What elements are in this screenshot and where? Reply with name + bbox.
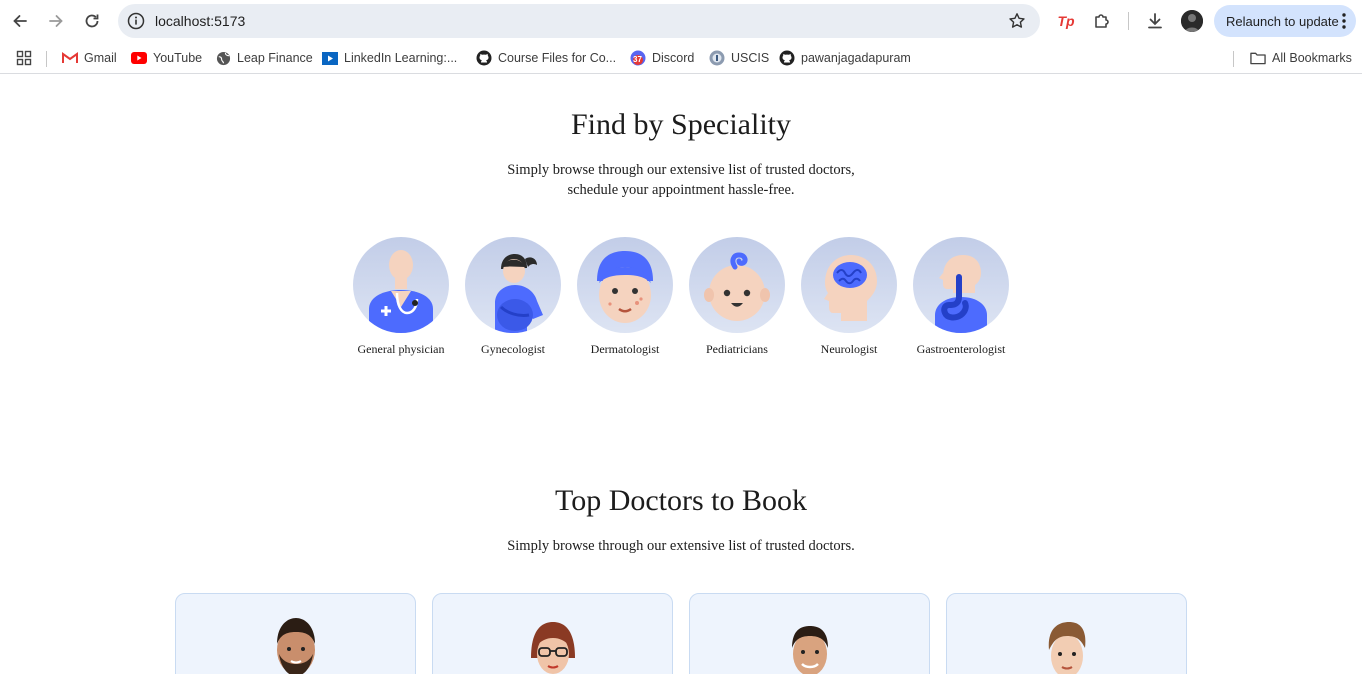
bookmark-pawanjagadapuram[interactable]: pawanjagadapuram (779, 49, 911, 67)
speciality-neurologist[interactable]: Neurologist (801, 237, 897, 356)
tp-extension-label: Tp (1057, 13, 1075, 29)
browser-toolbar: localhost:5173 Tp Relaunch to update (0, 0, 1362, 42)
github-icon (779, 50, 795, 66)
discord-icon: 37 (630, 50, 646, 66)
doctor-photo (530, 622, 575, 674)
bookmark-label: pawanjagadapuram (801, 51, 911, 65)
pediatricians-icon (689, 237, 785, 333)
back-arrow-icon (13, 15, 27, 27)
address-bar[interactable]: localhost:5173 (118, 4, 1040, 38)
bookmark-label: YouTube (153, 51, 203, 65)
bookmark-leap-finance[interactable]: Leap Finance (215, 49, 313, 67)
youtube-icon (131, 50, 147, 66)
doctor-photo (1048, 622, 1085, 674)
bookmark-label: Course Files for Co... (498, 51, 617, 65)
bookmark-label: LinkedIn Learning:... (344, 51, 458, 65)
speciality-gynecologist[interactable]: Gynecologist (465, 237, 561, 356)
speciality-subtitle-line1: Simply browse through our extensive list… (507, 162, 855, 178)
speciality-title: Find by Speciality (571, 108, 791, 141)
bookmarks-bar: Gmail YouTube Leap Finance LinkedIn Lear… (0, 42, 1362, 74)
bookmark-label: Gmail (84, 51, 117, 65)
bookmark-course-files[interactable]: Course Files for Co... (476, 49, 616, 67)
speciality-pediatricians[interactable]: Pediatricians (689, 237, 785, 356)
top-doctors-title: Top Doctors to Book (554, 484, 808, 517)
reload-icon (85, 14, 99, 28)
doctor-card[interactable] (689, 593, 930, 674)
discord-badge: 37 (633, 55, 642, 64)
folder-icon (1250, 50, 1266, 66)
gastroenterologist-icon (913, 237, 1009, 333)
neurologist-icon (801, 237, 897, 333)
forward-arrow-icon (49, 15, 63, 27)
back-button[interactable] (8, 9, 32, 33)
doctor-card[interactable] (946, 593, 1187, 674)
speciality-dermatologist[interactable]: Dermatologist (577, 237, 673, 356)
doctor-photo (791, 626, 828, 674)
kebab-menu-icon[interactable] (1342, 13, 1346, 29)
globe-icon (215, 50, 231, 66)
forward-button[interactable] (44, 9, 68, 33)
speciality-subtitle-line2: schedule your appointment hassle-free. (567, 182, 795, 198)
bookmark-discord[interactable]: 37 Discord (630, 49, 694, 67)
bookmark-gmail[interactable]: Gmail (62, 49, 117, 67)
doctor-photo (276, 618, 315, 674)
dermatologist-icon (577, 237, 673, 333)
bookmark-uscis[interactable]: USCIS (709, 49, 769, 67)
toolbar-divider (1128, 12, 1129, 30)
extensions-puzzle-icon[interactable] (1092, 11, 1112, 31)
tp-extension-icon[interactable]: Tp (1056, 11, 1076, 31)
apps-grid-icon (16, 50, 32, 66)
speciality-general-physician[interactable]: General physician (353, 237, 449, 356)
uscis-icon (709, 50, 725, 66)
apps-button[interactable] (16, 49, 32, 67)
gmail-icon (62, 50, 78, 66)
bookmark-youtube[interactable]: YouTube (131, 49, 202, 67)
gynecologist-icon (465, 237, 561, 333)
bookmarks-divider (1233, 51, 1234, 67)
bookmark-label: USCIS (731, 51, 770, 65)
doctor-card[interactable] (175, 593, 416, 674)
downloads-icon[interactable] (1145, 11, 1165, 31)
speciality-gastroenterologist[interactable]: Gastroenterologist (913, 237, 1009, 356)
bookmarks-divider (46, 51, 47, 67)
profile-avatar[interactable] (1181, 10, 1203, 32)
top-doctors-subtitle: Simply browse through our extensive list… (507, 538, 855, 554)
relaunch-label: Relaunch to update (1226, 13, 1339, 29)
url-text[interactable]: localhost:5173 (155, 13, 245, 29)
all-bookmarks-label: All Bookmarks (1272, 51, 1352, 65)
bookmark-label: Discord (652, 51, 695, 65)
speciality-label: Gastroenterologist (916, 342, 1006, 356)
relaunch-button[interactable]: Relaunch to update (1214, 5, 1356, 37)
reload-button[interactable] (80, 9, 104, 33)
github-icon (476, 50, 492, 66)
doctor-card[interactable] (432, 593, 673, 674)
profile-silhouette-icon (1181, 10, 1203, 32)
general-physician-icon (353, 237, 449, 333)
site-info-icon[interactable] (127, 12, 145, 30)
bookmark-label: Leap Finance (237, 51, 313, 65)
bookmark-star-icon[interactable] (1008, 12, 1026, 30)
linkedin-learning-icon (322, 50, 338, 66)
bookmark-linkedin-learning[interactable]: LinkedIn Learning:... (322, 49, 457, 67)
all-bookmarks-button[interactable]: All Bookmarks (1250, 49, 1352, 67)
